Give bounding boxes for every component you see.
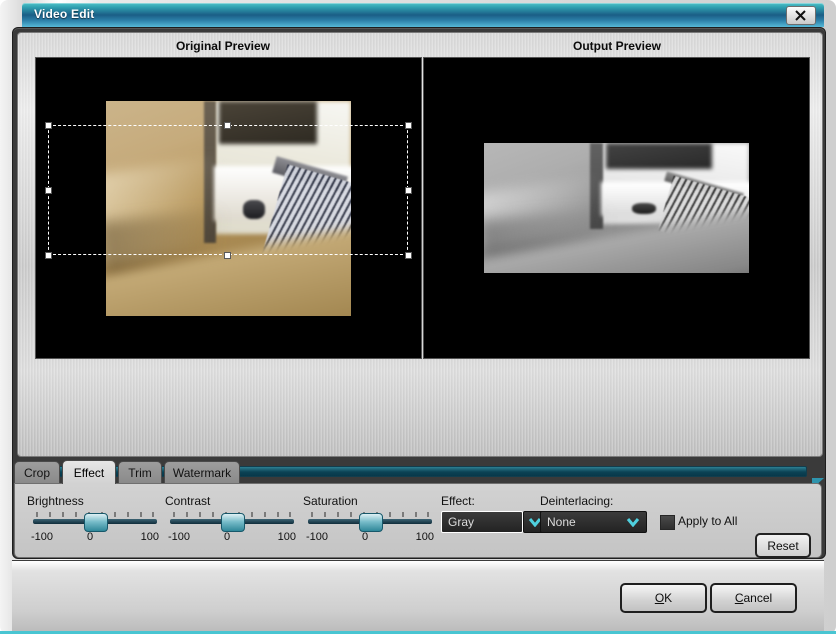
cancel-button-label: Cancel [735, 591, 772, 605]
contrast-slider[interactable]: -100 0 100 [170, 511, 294, 547]
brightness-min: -100 [31, 531, 53, 543]
effect-dropdown-value: Gray [448, 515, 474, 529]
original-preview[interactable] [35, 57, 422, 359]
contrast-mid: 0 [224, 531, 230, 543]
contrast-scale: -100 0 100 [170, 531, 294, 545]
tab-trim[interactable]: Trim [118, 461, 162, 483]
saturation-slider[interactable]: -100 0 100 [308, 511, 432, 547]
window-title: Video Edit [34, 7, 94, 21]
tab-effect-label: Effect [74, 466, 104, 480]
close-x-icon [795, 10, 806, 21]
effect-reset-button[interactable]: Reset [755, 533, 811, 558]
saturation-min: -100 [306, 531, 328, 543]
tab-crop[interactable]: Crop [14, 461, 60, 483]
brightness-mid: 0 [87, 531, 93, 543]
effect-settings-panel: Brightness -100 0 100 Contrast [14, 483, 822, 558]
saturation-thumb[interactable] [359, 513, 383, 532]
deinterlacing-dropdown[interactable]: None [540, 511, 647, 533]
crop-handle-nw[interactable] [45, 122, 52, 129]
contrast-label: Contrast [165, 494, 210, 508]
deinterlacing-field-label: Deinterlacing: [540, 494, 613, 508]
ok-button-label: OK [655, 591, 672, 605]
crop-handle-e[interactable] [405, 187, 412, 194]
saturation-max: 100 [416, 531, 434, 543]
brightness-scale: -100 0 100 [33, 531, 157, 545]
brightness-label: Brightness [27, 494, 84, 508]
contrast-thumb[interactable] [221, 513, 245, 532]
tab-effect[interactable]: Effect [62, 460, 116, 484]
tab-watermark-label: Watermark [173, 466, 231, 480]
tab-crop-label: Crop [24, 466, 50, 480]
crop-handle-sw[interactable] [45, 252, 52, 259]
original-preview-label: Original Preview [28, 39, 418, 53]
saturation-mid: 0 [362, 531, 368, 543]
original-video-frame [106, 101, 351, 316]
brightness-thumb[interactable] [84, 513, 108, 532]
crop-handle-ne[interactable] [405, 122, 412, 129]
output-preview[interactable] [423, 57, 810, 359]
brightness-max: 100 [141, 531, 159, 543]
deinterlacing-dropdown-value: None [547, 515, 576, 529]
dialog-footer: OK Cancel [12, 560, 824, 631]
close-button[interactable] [786, 6, 816, 25]
effect-field-label: Effect: [441, 494, 475, 508]
ok-button[interactable]: OK [620, 583, 707, 613]
crop-handle-w[interactable] [45, 187, 52, 194]
saturation-scale: -100 0 100 [308, 531, 432, 545]
cancel-button[interactable]: Cancel [710, 583, 797, 613]
title-bar: Video Edit [22, 3, 824, 27]
video-edit-dialog: Video Edit Original Preview Output Previ… [0, 0, 836, 634]
output-preview-label: Output Preview [422, 39, 812, 53]
chevron-down-icon [626, 517, 640, 527]
effect-dropdown[interactable]: Gray [441, 511, 523, 533]
saturation-label: Saturation [303, 494, 358, 508]
brightness-slider[interactable]: -100 0 100 [33, 511, 157, 547]
crop-handle-s[interactable] [224, 252, 231, 259]
crop-handle-n[interactable] [224, 122, 231, 129]
tab-watermark[interactable]: Watermark [164, 461, 240, 483]
contrast-max: 100 [278, 531, 296, 543]
output-video-frame [484, 143, 749, 273]
tab-trim-label: Trim [128, 466, 152, 480]
apply-to-all-label: Apply to All [678, 514, 737, 528]
crop-handle-se[interactable] [405, 252, 412, 259]
preview-area: Original Preview Output Preview [17, 32, 823, 457]
apply-to-all-checkbox[interactable] [660, 515, 675, 530]
contrast-min: -100 [168, 531, 190, 543]
